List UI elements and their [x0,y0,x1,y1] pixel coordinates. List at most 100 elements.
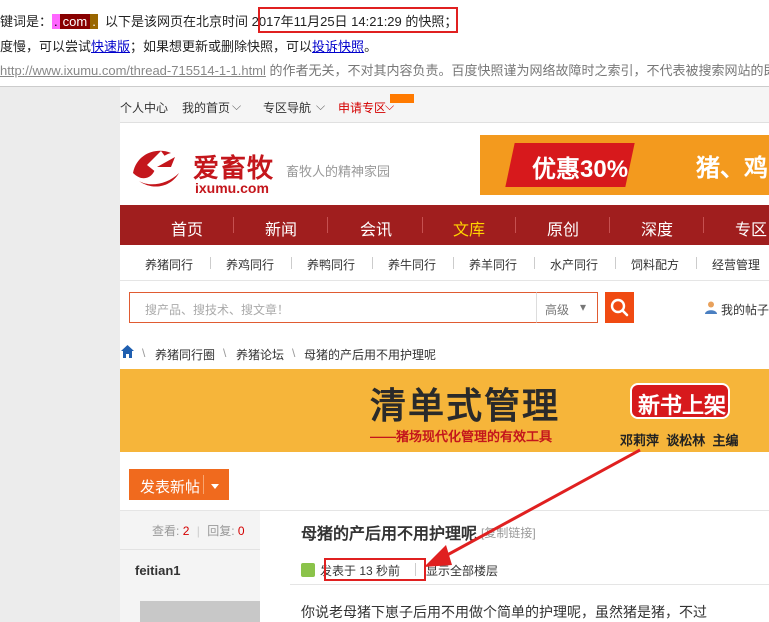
keyword-highlight-1: . [52,14,60,29]
nav-separator [233,217,234,233]
nav-news[interactable]: 新闻 [265,216,297,240]
page-background: 个人中心 我的首页 ⌵ 专区导航 ⌵ 申请专区 ⌵ 爱畜牧 ixumu.com … [0,86,769,622]
breadcrumb-separator: \ [142,346,146,360]
banner-subtitle: ——猪场现代化管理的有效工具 [370,429,553,444]
subnav-separator [453,257,454,269]
my-home-link[interactable]: 我的首页 [182,99,230,116]
breadcrumb-separator: \ [292,346,296,360]
keyword-highlight-3: . [90,14,98,29]
banner-authors: 邓莉萍 谈松林 主编 [620,433,739,448]
button-divider [203,475,204,494]
subnav-chicken[interactable]: 养鸡同行 [226,256,274,273]
show-all-floors-link[interactable]: 显示全部楼层 [426,562,498,579]
site-slogan: 畜牧人的精神家园 [286,164,391,179]
subnav-aquatic[interactable]: 水产同行 [550,256,598,273]
author-username[interactable]: feitian1 [135,563,181,578]
period: 。 [364,39,378,54]
chevron-down-icon: ⌵ [232,99,242,113]
replies-label: 回复: [207,524,235,538]
subnav-separator [534,257,535,269]
subnav-separator [291,257,292,269]
nav-depth[interactable]: 深度 [641,216,673,240]
replies-count: 0 [237,524,245,538]
speed-hint: 度慢，可以尝试 [0,39,92,54]
promo-category: 猪、鸡 [696,155,768,182]
subnav-separator [372,257,373,269]
site-content: 个人中心 我的首页 ⌵ 专区导航 ⌵ 申请专区 ⌵ 爱畜牧 ixumu.com … [120,87,769,622]
banner-title: 清单式管理 [370,385,561,427]
fast-version-link[interactable]: 快速版 [91,39,130,54]
source-url-link[interactable]: http://www.ixumu.com/thread-715514-1-1.h… [0,63,266,78]
nav-library[interactable]: 文库 [453,216,485,240]
complain-snapshot-link[interactable]: 投诉快照 [312,39,364,54]
nav-separator [609,217,610,233]
subnav-feed[interactable]: 饲料配方 [631,256,679,273]
subnav-pig[interactable]: 养猪同行 [145,256,193,273]
nav-zone[interactable]: 专区 [735,216,767,240]
new-book-badge: 新书上架 [630,383,730,419]
post-title: 母猪的产后用不用护理呢 [301,526,478,543]
search-icon [610,298,629,317]
chevron-down-icon: ⌵ [316,99,326,113]
snapshot-disclaimer-line: http://www.ixumu.com/thread-715514-1-1.h… [0,60,769,79]
search-type-value: 高级 [545,303,570,317]
logo-domain: ixumu.com [195,180,269,196]
personal-center-link[interactable]: 个人中心 [120,99,168,116]
promo-banner[interactable]: 优惠30% 猪、鸡 [480,135,769,195]
nav-separator [327,217,328,233]
keyword-highlight-2: com [59,14,91,29]
search-button[interactable] [605,292,634,323]
breadcrumb-pig-circle[interactable]: 养猪同行圈 [155,346,215,363]
subnav-separator [615,257,616,269]
nav-conference[interactable]: 会讯 [360,216,392,240]
breadcrumb-current: 母猪的产后用不用护理呢 [304,348,437,362]
subnav-separator [696,257,697,269]
search-type-select[interactable]: 高级 ▾ [536,292,598,323]
annotation-box-post-time [324,558,426,581]
annotation-box-time [258,7,458,33]
snapshot-speed-line: 度慢，可以尝试快速版；如果想更新或删除快照，可以投诉快照。 [0,36,377,55]
subnav-management[interactable]: 经营管理 [712,256,760,273]
disclaimer-text: 的作者无关，不对其内容负责。百度快照谨为网络故障时之索引，不代表被搜索网站的即 [265,63,769,78]
nav-separator [703,217,704,233]
stats-separator: | [196,524,200,538]
nav-original[interactable]: 原创 [547,216,579,240]
subnav-duck[interactable]: 养鸭同行 [307,256,355,273]
post-body: 你说老母猪下崽子后用不用做个简单的护理呢，虽然猪是猪，不过 [301,604,707,620]
update-hint: ；如果想更新或删除快照，可以 [130,39,313,54]
top-nav: 个人中心 我的首页 ⌵ 专区导航 ⌵ 申请专区 ⌵ [120,87,769,123]
nav-separator [422,217,423,233]
nav-separator [515,217,516,233]
sidebar-divider [120,549,260,550]
thread-stats: 查看: 2 | 回复: 0 [152,522,245,539]
logo-mark-icon[interactable] [127,143,185,191]
breadcrumb-separator: \ [223,346,227,360]
chevron-down-icon: ▾ [580,300,587,314]
online-status-icon [301,563,315,577]
new-tag-badge [390,94,414,103]
snapshot-header: 键词是：. com. 以下是该网页在北京时间 2017年11月25日 14:21:… [0,0,769,86]
user-icon [705,301,717,314]
nav-home[interactable]: 首页 [171,216,203,240]
copy-link-button[interactable]: [复制链接] [481,524,536,541]
subnav-cattle[interactable]: 养牛同行 [388,256,436,273]
meta-divider [290,584,769,585]
sub-nav: 养猪同行 养鸡同行 养鸭同行 养牛同行 养羊同行 水产同行 饲料配方 经营管理 [120,245,769,281]
promo-discount: 优惠30% [532,156,629,183]
avatar[interactable] [140,601,260,622]
apply-zone-link[interactable]: 申请专区 [338,99,386,116]
zone-nav-link[interactable]: 专区导航 [263,99,311,116]
home-icon[interactable] [120,344,135,359]
subnav-sheep[interactable]: 养羊同行 [469,256,517,273]
snapshot-time-label: 以下是该网页在北京时间 [97,14,252,29]
main-nav: 首页 新闻 会讯 文库 原创 深度 专区 [120,205,769,245]
breadcrumb-pig-forum[interactable]: 养猪论坛 [236,346,284,363]
search-input[interactable]: 搜产品、搜技术、搜文章！ [129,292,537,323]
my-posts-link[interactable]: 我的帖子 [721,301,769,318]
keyword-label: 键词是： [0,14,53,29]
views-label: 查看: [152,524,180,538]
logo-row: 爱畜牧 ixumu.com 畜牧人的精神家园 优惠30% 猪、鸡 [120,123,769,205]
views-count: 2 [182,524,190,538]
book-ad-banner[interactable]: 清单式管理 ——猪场现代化管理的有效工具 新书上架 邓莉萍 谈松林 主编 [120,369,769,452]
chevron-down-icon[interactable] [211,484,219,489]
